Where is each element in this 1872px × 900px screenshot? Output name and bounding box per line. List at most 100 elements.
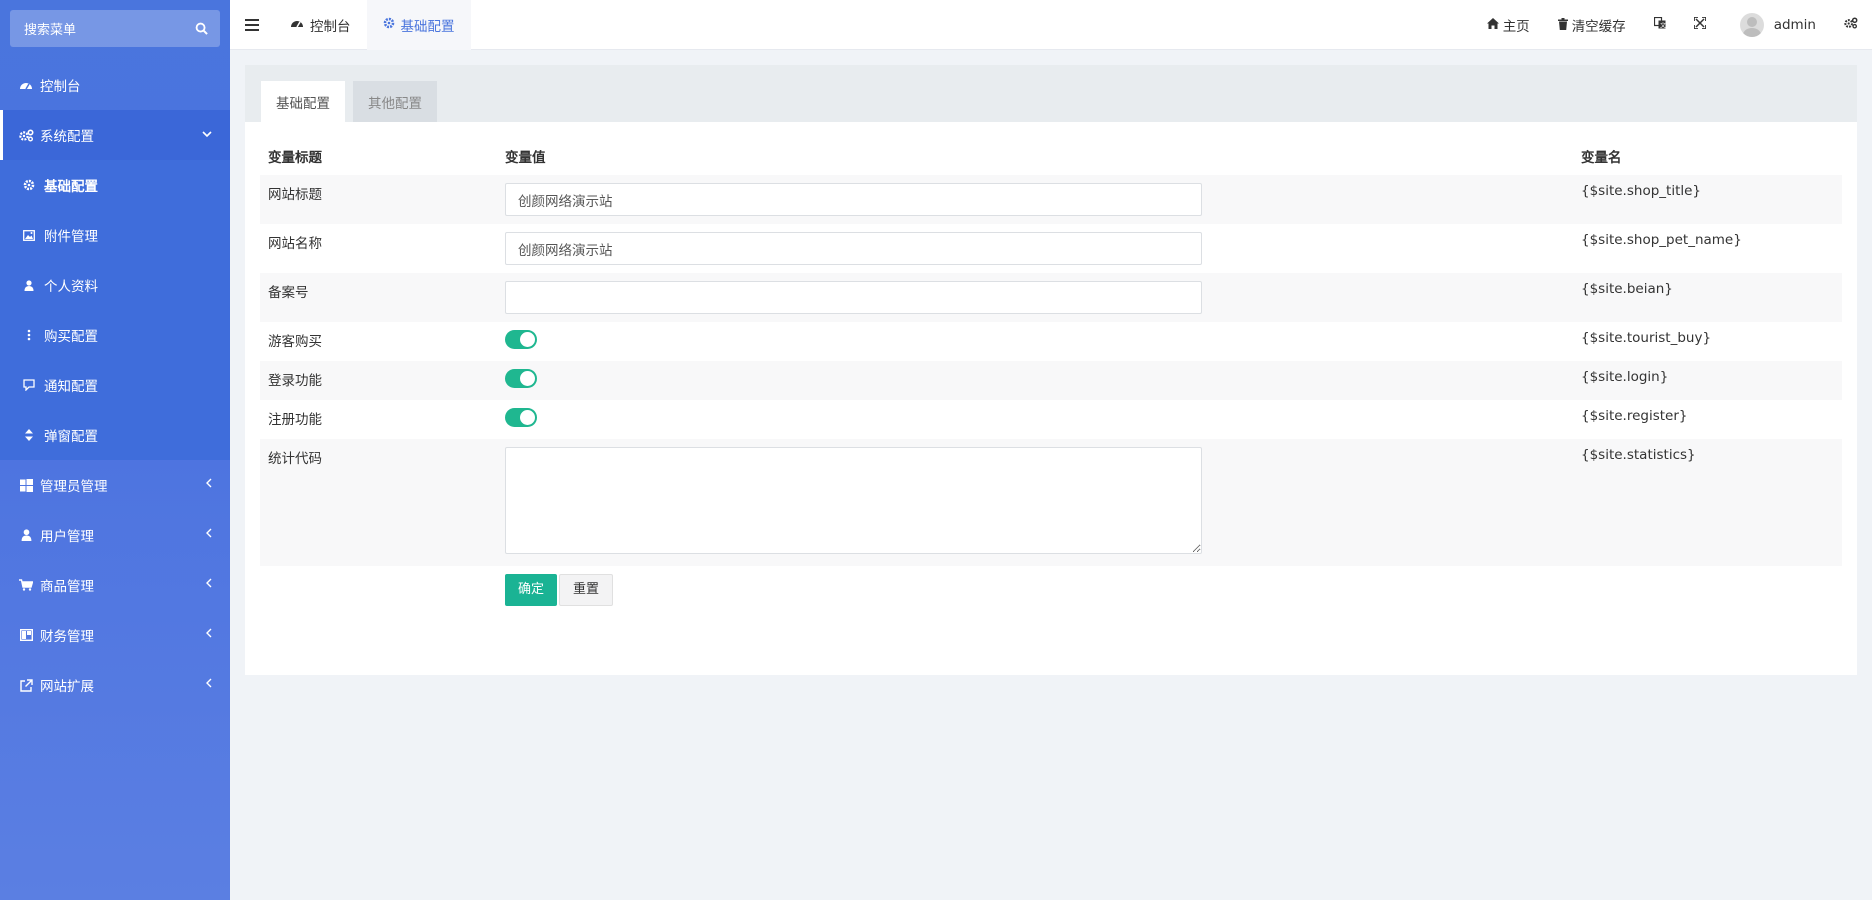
sidebar-subitem-label: 弹窗配置 <box>44 429 98 445</box>
login-toggle[interactable] <box>505 369 537 388</box>
search-icon[interactable] <box>195 22 208 35</box>
columns-icon <box>18 629 34 641</box>
table-row: 游客购买 {$site.tourist_buy} <box>260 322 1842 361</box>
row-title: 登录功能 <box>260 361 497 400</box>
sidebar-subitem-popup-config[interactable]: 弹窗配置 <box>0 410 230 460</box>
sidebar-item-dashboard[interactable]: 控制台 <box>0 60 230 110</box>
row-var: {$site.shop_title} <box>1573 175 1842 224</box>
chevron-left-icon <box>205 477 212 491</box>
dashboard-icon <box>18 79 34 91</box>
tab-other-config-panel[interactable]: 其他配置 <box>353 81 437 122</box>
row-var: {$site.login} <box>1573 361 1842 400</box>
user-icon <box>22 279 36 291</box>
sidebar-menu: 控制台 系统配置 基础配置 附件管理 个人资料 购买配置 通知配置 弹窗配置 管… <box>0 60 230 710</box>
ellipsis-vertical-icon <box>22 329 36 341</box>
site-name-input[interactable] <box>505 232 1202 265</box>
sidebar-subitem-notice-config[interactable]: 通知配置 <box>0 360 230 410</box>
user-menu[interactable]: admin <box>1720 0 1830 50</box>
sidebar-subitem-label: 附件管理 <box>44 229 98 245</box>
config-panel: 基础配置 其他配置 变量标题 变量值 变量名 网站标题 {$site.shop_… <box>245 65 1857 675</box>
settings-button[interactable] <box>1830 0 1872 50</box>
chevron-left-icon <box>205 577 212 591</box>
table-header-row: 变量标题 变量值 变量名 <box>260 137 1842 175</box>
confirm-button[interactable]: 确定 <box>505 574 558 606</box>
sidebar-item-label: 管理员管理 <box>40 479 108 495</box>
tourist-buy-toggle[interactable] <box>505 330 537 349</box>
row-title: 统计代码 <box>260 439 497 566</box>
tab-dashboard[interactable]: 控制台 <box>274 0 367 50</box>
cogs-icon <box>1844 17 1858 33</box>
sidebar-item-finance-management[interactable]: 财务管理 <box>0 610 230 660</box>
translate-icon: 文 <box>1653 16 1666 33</box>
trash-icon <box>1557 17 1568 33</box>
table-row: 注册功能 {$site.register} <box>260 400 1842 439</box>
register-toggle[interactable] <box>505 408 537 427</box>
language-button[interactable]: 文 <box>1640 0 1680 50</box>
sidebar-subitem-label: 基础配置 <box>44 179 98 195</box>
table-row: 统计代码 {$site.statistics} <box>260 439 1842 566</box>
sidebar-item-label: 财务管理 <box>40 629 94 645</box>
chevron-left-icon <box>205 677 212 691</box>
config-tab-bar: 基础配置 其他配置 <box>245 65 1857 122</box>
row-var: {$site.beian} <box>1573 273 1842 322</box>
site-title-input[interactable] <box>505 183 1202 216</box>
user-icon <box>18 529 34 541</box>
home-icon <box>1486 18 1499 32</box>
row-value-cell <box>497 439 1573 566</box>
sidebar-subitem-label: 个人资料 <box>44 279 98 295</box>
tab-basic-config[interactable]: 基础配置 <box>366 0 471 50</box>
tab-label: 基础配置 <box>400 18 455 35</box>
sidebar: 搜索菜单 控制台 系统配置 基础配置 附件管理 个人资料 购买配置 通知配置 弹… <box>0 0 230 900</box>
row-title: 备案号 <box>260 273 497 322</box>
sidebar-subitem-purchase-config[interactable]: 购买配置 <box>0 310 230 360</box>
menu-search[interactable]: 搜索菜单 <box>10 10 220 47</box>
table-row: 备案号 {$site.beian} <box>260 273 1842 322</box>
row-value-cell <box>497 400 1573 439</box>
sidebar-item-label: 用户管理 <box>40 529 94 545</box>
sidebar-subitem-label: 购买配置 <box>44 329 98 345</box>
tab-basic-config-panel[interactable]: 基础配置 <box>261 81 345 122</box>
user-name: admin <box>1773 17 1816 33</box>
row-value-cell <box>497 361 1573 400</box>
reset-button[interactable]: 重置 <box>559 574 614 606</box>
row-value-cell <box>497 175 1573 224</box>
row-value-cell <box>497 322 1573 361</box>
sidebar-subitem-attachments[interactable]: 附件管理 <box>0 210 230 260</box>
form-actions: 确定 重置 <box>497 566 1573 614</box>
beian-input[interactable] <box>505 281 1202 314</box>
avatar <box>1739 13 1764 37</box>
row-var: {$site.statistics} <box>1573 439 1842 566</box>
sidebar-item-label: 网站扩展 <box>40 679 94 695</box>
sidebar-item-admin-management[interactable]: 管理员管理 <box>0 460 230 510</box>
row-title: 网站名称 <box>268 236 322 252</box>
message-icon <box>22 379 36 391</box>
row-title: 游客购买 <box>268 334 322 350</box>
windows-icon <box>18 478 34 492</box>
sidebar-subitem-label: 通知配置 <box>44 379 98 395</box>
sidebar-item-label: 控制台 <box>40 79 81 95</box>
row-title: 注册功能 <box>268 412 322 428</box>
table-row: 登录功能 {$site.login} <box>260 361 1842 400</box>
image-icon <box>22 229 36 241</box>
sidebar-subitem-profile[interactable]: 个人资料 <box>0 260 230 310</box>
row-value-cell <box>497 224 1573 273</box>
sidebar-subitem-basic-config[interactable]: 基础配置 <box>0 160 230 210</box>
statistics-code-textarea[interactable] <box>505 447 1202 554</box>
sidebar-item-label: 商品管理 <box>40 579 94 595</box>
row-var: {$site.shop_pet_name} <box>1581 232 1742 248</box>
sidebar-item-product-management[interactable]: 商品管理 <box>0 560 230 610</box>
chevron-left-icon <box>205 627 212 641</box>
clear-cache-label: 清空缓存 <box>1571 19 1626 35</box>
home-label: 主页 <box>1502 19 1530 35</box>
sidebar-item-system-config[interactable]: 系统配置 <box>0 110 230 160</box>
home-button[interactable]: 主页 <box>1473 0 1544 50</box>
table-row: 网站标题 {$site.shop_title} <box>260 175 1842 224</box>
sidebar-item-label: 系统配置 <box>40 129 94 145</box>
table-row: 网站名称 {$site.shop_pet_name} <box>260 224 1842 273</box>
sidebar-item-user-management[interactable]: 用户管理 <box>0 510 230 560</box>
fullscreen-button[interactable] <box>1680 0 1720 50</box>
clear-cache-button[interactable]: 清空缓存 <box>1544 0 1640 50</box>
sidebar-item-site-extension[interactable]: 网站扩展 <box>0 660 230 710</box>
menu-toggle-icon[interactable] <box>230 0 274 50</box>
sort-icon <box>22 429 36 441</box>
